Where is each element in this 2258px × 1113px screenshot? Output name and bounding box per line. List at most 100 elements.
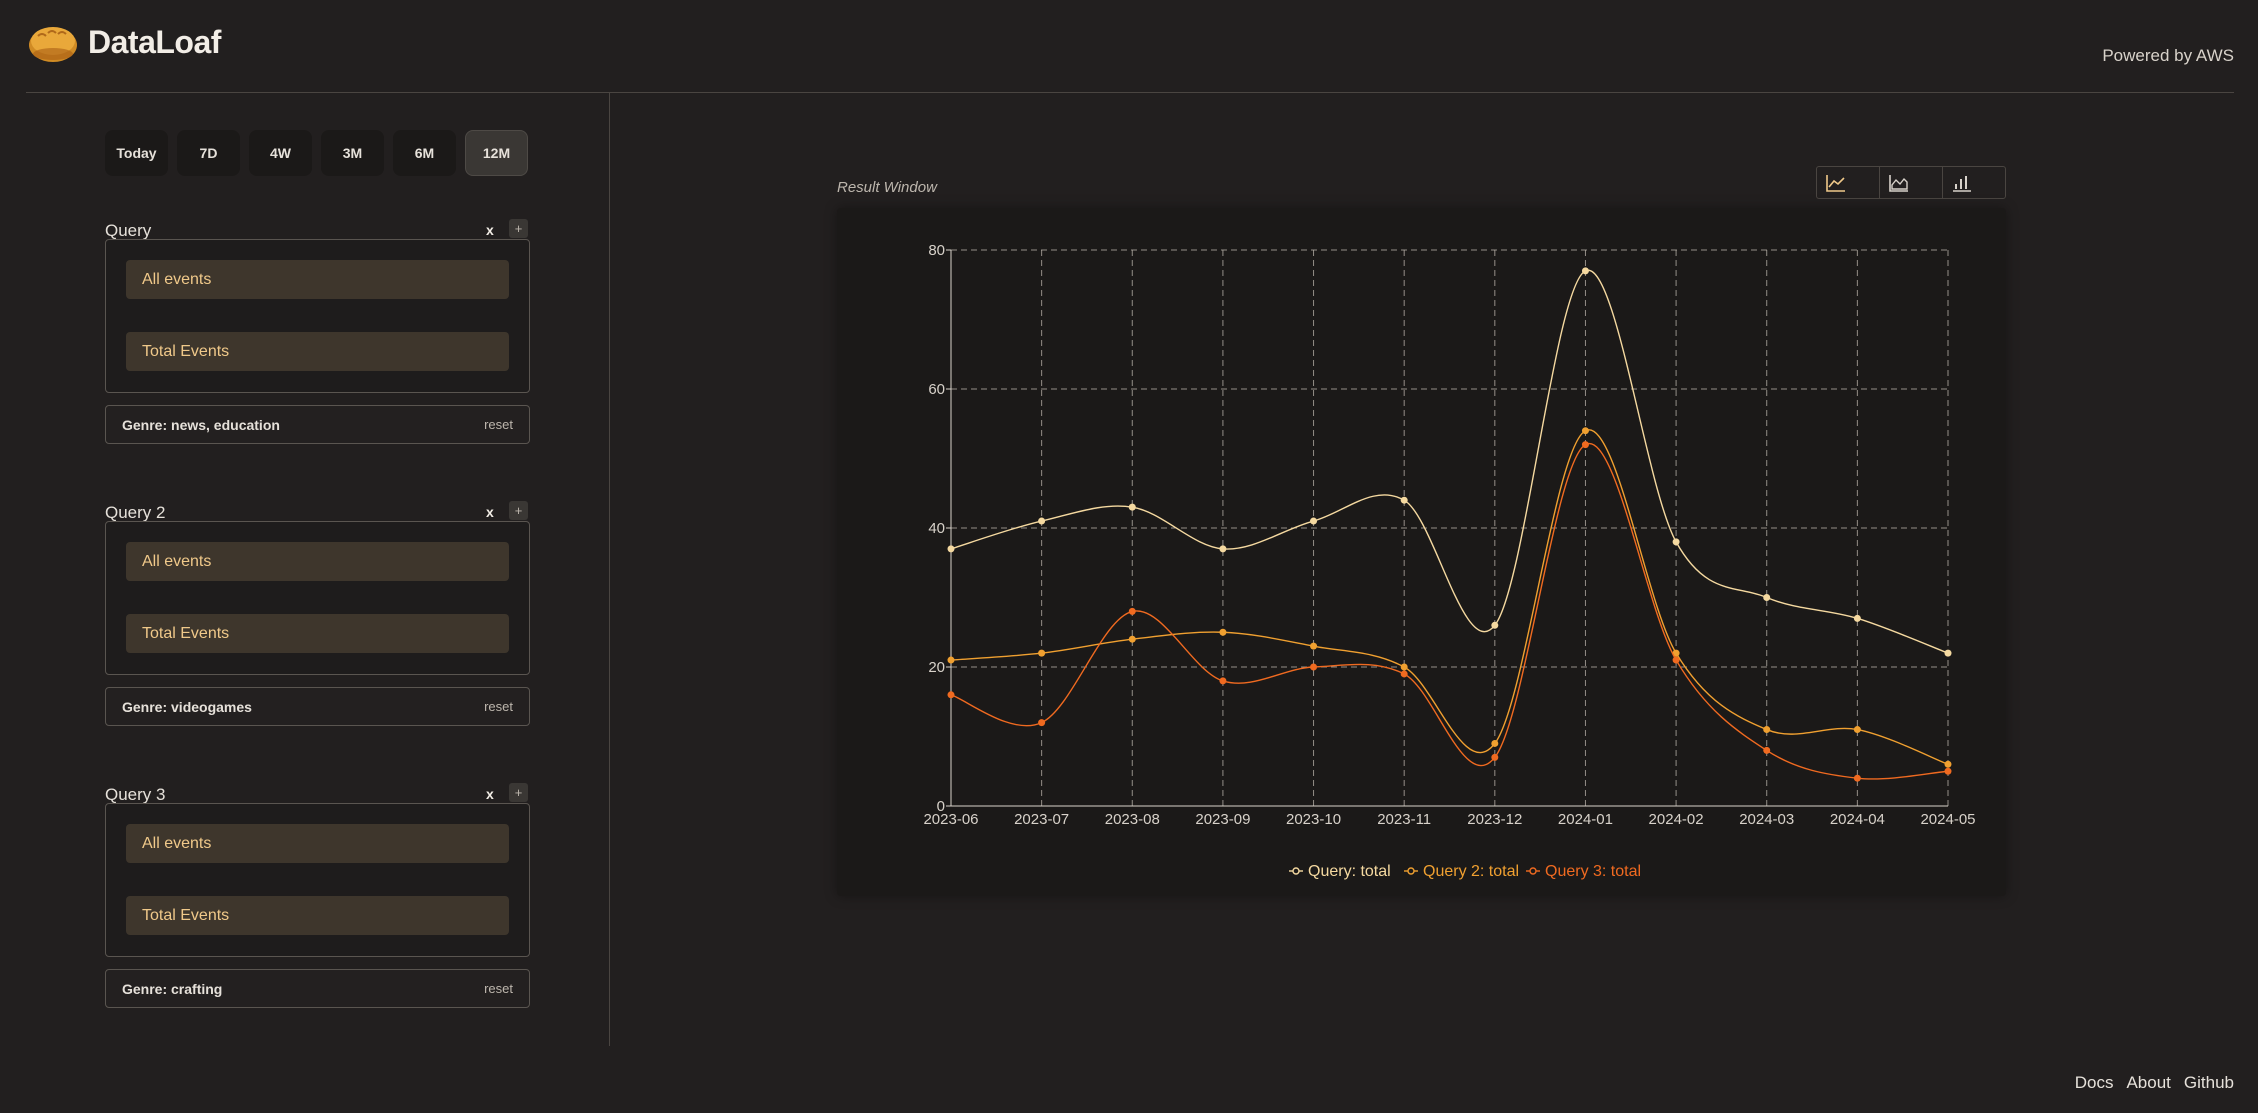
result-window-label: Result Window [837,179,937,196]
line-chart[interactable]: 0204060802023-06 2023-07 2023-08 2023-09 202… [837,208,2006,896]
time-range-7d-button[interactable]: 7D [177,130,240,176]
y-tick-label: 60 [928,381,945,398]
sidebar-divider [609,93,610,1046]
query-filter[interactable]: Genre: crafting reset [105,969,530,1008]
data-point[interactable] [1853,614,1861,622]
data-point[interactable] [1400,496,1408,504]
filter-reset-button[interactable]: reset [484,981,513,996]
query-block: Query 3 x + All events Total Events Genr… [105,783,530,1008]
legend-marker-dot [1292,867,1300,875]
time-range-12m-button[interactable]: 12M [465,130,528,176]
data-point[interactable] [1581,267,1589,275]
data-point[interactable] [1944,767,1952,775]
x-tick-label: 2023-11 [1377,811,1431,828]
data-point[interactable] [1128,635,1136,643]
data-point[interactable] [1038,719,1046,727]
data-point[interactable] [1672,538,1680,546]
series-line [950,443,1949,780]
powered-by-text: Powered by AWS [2102,46,2234,65]
remove-query-button[interactable]: x [486,786,494,802]
time-range-6m-button[interactable]: 6M [393,130,456,176]
measure-selector[interactable]: Total Events [126,332,509,371]
query-filter[interactable]: Genre: news, education reset [105,405,530,444]
bar-chart-button[interactable] [1943,167,2005,198]
x-tick-label: 2023-12 [1467,811,1522,828]
event-selector[interactable]: All events [126,260,509,299]
legend-label[interactable]: Query 3: total [1545,863,1641,880]
data-point[interactable] [1672,656,1680,664]
github-link[interactable]: Github [2184,1073,2234,1093]
data-point[interactable] [1944,649,1952,657]
data-point[interactable] [1491,621,1499,629]
data-point[interactable] [1219,677,1227,685]
legend-label[interactable]: Query 2: total [1423,863,1519,880]
data-point[interactable] [1763,746,1771,754]
data-point[interactable] [1400,670,1408,678]
data-point[interactable] [1310,517,1318,525]
data-point[interactable] [1310,642,1318,650]
data-point[interactable] [1581,427,1589,435]
legend-label[interactable]: Query: total [1308,863,1391,880]
data-point[interactable] [1763,594,1771,601]
data-point[interactable] [1219,545,1227,553]
remove-query-button[interactable]: x [486,504,494,520]
bread-logo-icon[interactable] [26,20,80,66]
filter-reset-button[interactable]: reset [484,699,513,714]
add-query-button[interactable]: + [509,501,528,520]
data-point[interactable] [947,656,955,664]
time-range-today-button[interactable]: Today [105,130,168,176]
header-divider [26,92,2234,93]
docs-link[interactable]: Docs [2075,1073,2114,1093]
add-query-button[interactable]: + [509,783,528,802]
data-point[interactable] [1853,726,1861,734]
query-title: Query [105,221,152,240]
area-chart-button[interactable] [1880,167,1943,198]
measure-selector[interactable]: Total Events [126,896,509,935]
x-tick-label: 2024-02 [1649,811,1704,828]
footer-links: Docs About Github [2075,1073,2234,1093]
time-range-4w-button[interactable]: 4W [249,130,312,176]
data-point[interactable] [1219,628,1227,636]
query-filter[interactable]: Genre: videogames reset [105,687,530,726]
data-point[interactable] [947,691,955,699]
data-point[interactable] [1400,663,1408,671]
time-range-selector: Today 7D 4W 3M 6M 12M [105,130,530,176]
event-selector[interactable]: All events [126,542,509,581]
query-title: Query 2 [105,503,166,522]
series-line [950,269,1949,654]
filter-reset-button[interactable]: reset [484,417,513,432]
chart-panel: 0 20 40 60 80 2023-06 2023-07 2023-08 2023-09 202… [837,208,2006,896]
y-tick-label: 20 [928,659,945,676]
data-point[interactable] [947,545,955,553]
data-point[interactable] [1763,726,1771,734]
data-point[interactable] [1944,760,1952,768]
area-chart-icon [1889,175,1908,192]
time-range-3m-button[interactable]: 3M [321,130,384,176]
remove-query-button[interactable]: x [486,222,494,238]
query-title: Query 3 [105,785,166,804]
data-point[interactable] [1038,649,1046,657]
data-point[interactable] [1491,739,1499,747]
filter-text: Genre: news, education [122,417,280,433]
query-definition-box: All events Total Events [105,803,530,957]
about-link[interactable]: About [2126,1073,2170,1093]
data-point[interactable] [1581,441,1589,449]
data-point[interactable] [1491,753,1499,761]
bar-chart-icon [1953,176,1971,192]
line-chart-button[interactable] [1817,167,1880,198]
data-point[interactable] [1128,607,1136,615]
query-block: Query x + All events Total Events Genre:… [105,219,530,444]
chart-type-selector [1816,166,2006,199]
app-header: DataLoaf Powered by AWS [0,0,2258,93]
data-point[interactable] [1128,503,1136,511]
data-point[interactable] [1310,663,1318,671]
filter-text: Genre: crafting [122,981,223,997]
add-query-button[interactable]: + [509,219,528,238]
data-point[interactable] [1038,517,1046,525]
brand-name[interactable]: DataLoaf [88,24,221,61]
x-tick-label: 2024-05 [1920,811,1975,828]
data-point[interactable] [1853,774,1861,782]
event-selector[interactable]: All events [126,824,509,863]
x-tick-label: 2023-07 [1014,811,1069,828]
measure-selector[interactable]: Total Events [126,614,509,653]
